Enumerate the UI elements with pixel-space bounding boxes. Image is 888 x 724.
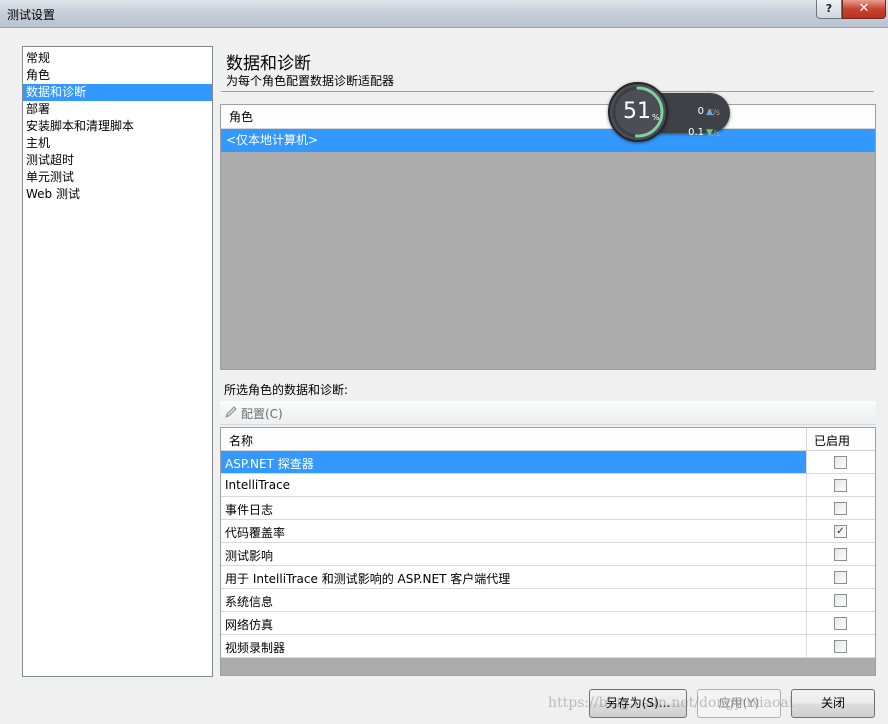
nav-item-roles[interactable]: 角色 (23, 67, 212, 84)
adapter-name: 视频录制器 (225, 641, 286, 655)
adapter-name: IntelliTrace (225, 478, 291, 492)
adapters-header-row: 名称 已启用 (221, 428, 875, 451)
diagnostics-section-label: 所选角色的数据和诊断: (224, 383, 349, 397)
window-title: 测试设置 (7, 8, 56, 22)
upload-unit: K/s (707, 108, 720, 117)
enabled-cell (807, 566, 875, 588)
download-speed: 0.1 (688, 127, 704, 138)
nav-item-general[interactable]: 常规 (23, 50, 212, 67)
enabled-checkbox[interactable] (834, 571, 847, 584)
adapter-row[interactable]: 用于 IntelliTrace 和测试影响的 ASP.NET 客户端代理 (221, 566, 875, 589)
enabled-checkbox[interactable] (834, 640, 847, 653)
adapter-name: 网络仿真 (225, 618, 274, 632)
enabled-checkbox[interactable] (834, 502, 847, 515)
nav-item-unit-test[interactable]: 单元测试 (23, 169, 212, 186)
roles-grid: 角色 <仅本地计算机> (220, 104, 876, 370)
enabled-cell (807, 451, 875, 473)
nav-item-setup-cleanup-scripts[interactable]: 安装脚本和清理脚本 (23, 118, 212, 135)
adapter-row[interactable]: 代码覆盖率 ✓ (221, 520, 875, 543)
page-title: 数据和诊断 (226, 54, 311, 74)
pencil-icon (225, 406, 237, 418)
adapter-name: 用于 IntelliTrace 和测试影响的 ASP.NET 客户端代理 (225, 572, 511, 586)
column-header-enabled[interactable]: 已启用 (814, 432, 850, 449)
usage-percent-unit: % (652, 113, 660, 122)
nav-item-data-diagnostics[interactable]: 数据和诊断 (23, 84, 212, 101)
adapter-name: ASP.NET 探查器 (225, 457, 314, 471)
enabled-checkbox[interactable]: ✓ (834, 525, 847, 538)
download-unit: K/s (707, 129, 720, 138)
enabled-cell (807, 612, 875, 634)
upload-speed: 0 (697, 106, 704, 117)
apply-button[interactable]: 应用(Y) (697, 689, 781, 718)
page-subtitle: 为每个角色配置数据诊断适配器 (226, 74, 395, 88)
enabled-cell (807, 497, 875, 519)
nav-item-hosts[interactable]: 主机 (23, 135, 212, 152)
adapter-name: 测试影响 (225, 549, 274, 563)
adapter-row[interactable]: ASP.NET 探查器 (221, 451, 875, 474)
enabled-cell (807, 635, 875, 657)
role-row[interactable]: <仅本地计算机> (221, 129, 875, 152)
header-divider (221, 91, 874, 92)
column-header-name[interactable]: 名称 (229, 432, 253, 449)
settings-nav-list: 常规 角色 数据和诊断 部署 安装脚本和清理脚本 主机 测试超时 单元测试 We… (22, 46, 213, 677)
nav-item-deployment[interactable]: 部署 (23, 101, 212, 118)
checkmark-icon: ✓ (836, 526, 845, 537)
adapter-row[interactable]: IntelliTrace (221, 474, 875, 497)
adapter-name: 事件日志 (225, 503, 274, 517)
adapter-name: 系统信息 (225, 595, 274, 609)
adapter-row[interactable]: 事件日志 (221, 497, 875, 520)
adapter-row[interactable]: 视频录制器 (221, 635, 875, 658)
diagnostics-toolbar: 配置(C) (220, 401, 876, 425)
enabled-checkbox[interactable] (834, 479, 847, 492)
help-button[interactable]: ? (816, 0, 842, 19)
usage-percent: 51 (623, 99, 651, 124)
enabled-cell (807, 589, 875, 611)
test-settings-dialog: 测试设置 ? ✕ 常规 角色 数据和诊断 部署 安装脚本和清理脚本 主机 测试超… (0, 0, 888, 724)
nav-item-web-test[interactable]: Web 测试 (23, 186, 212, 203)
enabled-cell (807, 474, 875, 496)
diagnostic-adapters-grid: 名称 已启用 ASP.NET 探查器 IntelliTrace 事件日志代码覆盖率 ✓… (220, 427, 876, 676)
enabled-cell: ✓ (807, 520, 875, 542)
roles-column-header[interactable]: 角色 (221, 105, 875, 129)
memory-usage-gauge: 51 % (608, 82, 668, 142)
close-button[interactable]: 关闭 (791, 689, 875, 718)
enabled-checkbox[interactable] (834, 594, 847, 607)
enabled-checkbox[interactable] (834, 617, 847, 630)
save-as-button[interactable]: 另存为(S)... (589, 689, 687, 718)
title-bar: 测试设置 ? ✕ (0, 0, 888, 28)
enabled-cell (807, 543, 875, 565)
adapter-row[interactable]: 网络仿真 (221, 612, 875, 635)
adapter-rows: ASP.NET 探查器 IntelliTrace 事件日志代码覆盖率 ✓ 测试影响用于 … (221, 451, 875, 658)
adapter-row[interactable]: 测试影响 (221, 543, 875, 566)
nav-item-test-timeouts[interactable]: 测试超时 (23, 152, 212, 169)
enabled-checkbox[interactable] (834, 548, 847, 561)
enabled-checkbox[interactable] (834, 456, 847, 469)
close-window-button[interactable]: ✕ (842, 0, 886, 19)
adapter-row[interactable]: 系统信息 (221, 589, 875, 612)
network-monitor-widget[interactable]: ▲ 0 K/s ▼ 0.1 K/s 51 % (608, 82, 732, 144)
column-divider (806, 428, 807, 451)
configure-button[interactable]: 配置(C) (241, 405, 283, 422)
adapter-name: 代码覆盖率 (225, 526, 286, 540)
